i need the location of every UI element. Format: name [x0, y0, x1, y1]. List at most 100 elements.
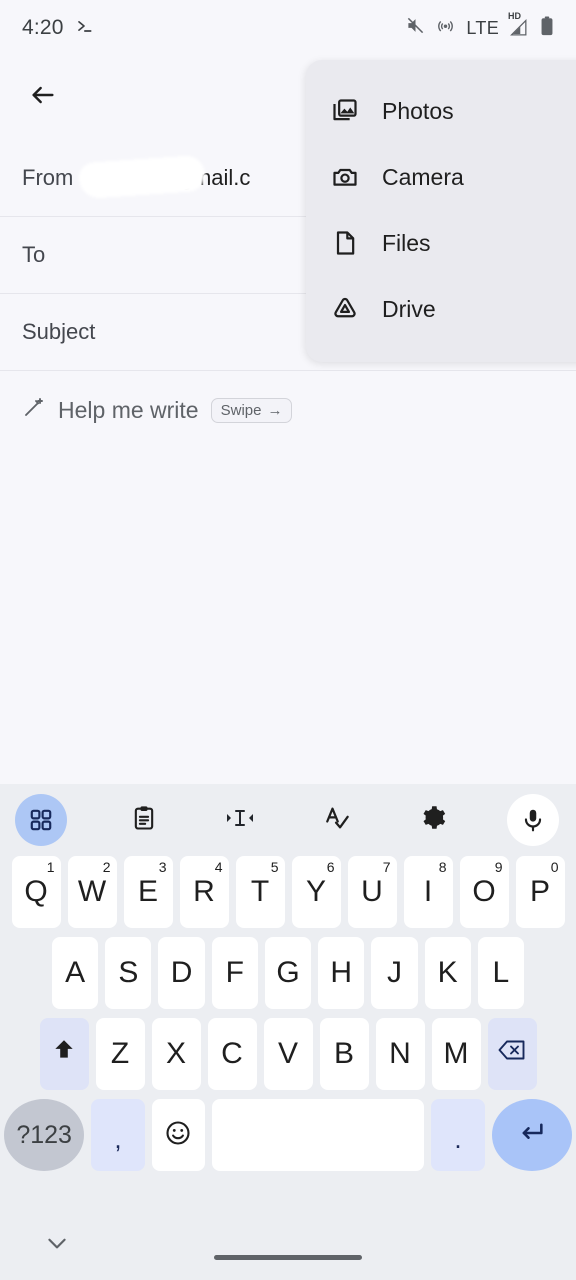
- key-o-label: O: [472, 875, 496, 908]
- status-bar: 4:20 LTE HD: [0, 0, 576, 56]
- key-u-num: 7: [382, 859, 391, 875]
- key-j[interactable]: J: [371, 937, 418, 1009]
- toolbar-microphone-button[interactable]: [480, 794, 576, 846]
- menu-item-drive[interactable]: Drive: [306, 276, 576, 342]
- key-y-num: 6: [326, 859, 335, 875]
- photos-icon: [330, 97, 360, 125]
- toolbar-settings-button[interactable]: [384, 804, 480, 836]
- to-label: To: [22, 242, 46, 267]
- key-s[interactable]: S: [105, 937, 152, 1009]
- key-c[interactable]: C: [207, 1018, 257, 1090]
- arrow-right-icon: →: [267, 402, 283, 419]
- key-b[interactable]: B: [319, 1018, 369, 1090]
- microphone-icon: [507, 794, 559, 846]
- hotspot-icon: [436, 16, 455, 40]
- text-cursor-icon: [225, 805, 255, 836]
- key-u-label: U: [361, 875, 383, 908]
- key-i[interactable]: 8I: [403, 856, 453, 928]
- battery-icon: [540, 15, 554, 41]
- menu-item-camera-label: Camera: [382, 163, 464, 190]
- clipboard-icon: [130, 804, 158, 837]
- status-bar-left: 4:20: [22, 16, 94, 41]
- key-k[interactable]: K: [424, 937, 471, 1009]
- toolbar-clipboard-button[interactable]: [96, 804, 192, 837]
- back-arrow-icon: [29, 81, 57, 114]
- menu-item-drive-label: Drive: [382, 295, 436, 322]
- toolbar-cursor-button[interactable]: [192, 805, 288, 836]
- enter-key[interactable]: [491, 1099, 572, 1171]
- key-v[interactable]: V: [263, 1018, 313, 1090]
- menu-item-camera[interactable]: Camera: [306, 144, 576, 210]
- hd-badge: HD: [508, 10, 521, 21]
- status-bar-right: LTE HD: [406, 11, 554, 41]
- key-i-num: 8: [438, 859, 447, 875]
- menu-item-photos-label: Photos: [382, 97, 454, 124]
- key-w-label: W: [77, 875, 107, 908]
- swipe-chip-label: Swipe: [220, 402, 262, 419]
- keyboard-row-4: ?123 , .: [4, 1099, 572, 1171]
- network-type-label: LTE: [466, 17, 499, 38]
- screen: 4:20 LTE HD From To Subject Help me writ…: [0, 0, 576, 1280]
- swipe-chip[interactable]: Swipe →: [210, 398, 293, 423]
- key-q-label: Q: [24, 875, 48, 908]
- key-q[interactable]: 1Q: [11, 856, 61, 928]
- key-r-label: R: [193, 875, 215, 908]
- home-indicator[interactable]: [214, 1255, 362, 1260]
- volume-mute-icon: [406, 16, 425, 40]
- key-p-num: 0: [550, 859, 559, 875]
- key-e-label: E: [137, 875, 158, 908]
- spellcheck-icon: [322, 804, 350, 837]
- signal-strength-icon: HD: [508, 11, 529, 38]
- from-label: From: [22, 165, 74, 190]
- emoji-key[interactable]: [151, 1099, 206, 1171]
- keyboard-row-1: 1Q 2W 3E 4R 5T 6Y 7U 8I 9O 0P: [4, 856, 572, 928]
- magic-wand-icon: [22, 396, 46, 425]
- key-t-num: 5: [270, 859, 279, 875]
- enter-icon: [518, 1119, 546, 1152]
- back-button[interactable]: [20, 74, 66, 120]
- navigation-bar: [0, 1206, 576, 1280]
- key-l[interactable]: L: [477, 937, 524, 1009]
- symbols-key[interactable]: ?123: [4, 1099, 85, 1171]
- key-h[interactable]: H: [318, 937, 365, 1009]
- key-r[interactable]: 4R: [179, 856, 229, 928]
- key-o-num: 9: [494, 859, 503, 875]
- period-key[interactable]: .: [431, 1099, 485, 1171]
- toolbar-spellcheck-button[interactable]: [288, 804, 384, 837]
- key-z[interactable]: Z: [95, 1018, 145, 1090]
- chevron-down-icon[interactable]: [44, 1234, 70, 1257]
- key-e[interactable]: 3E: [123, 856, 173, 928]
- key-u[interactable]: 7U: [347, 856, 397, 928]
- key-f[interactable]: F: [211, 937, 258, 1009]
- shift-icon: [51, 1037, 77, 1071]
- key-o[interactable]: 9O: [459, 856, 509, 928]
- key-t[interactable]: 5T: [235, 856, 285, 928]
- backspace-key[interactable]: [487, 1018, 537, 1090]
- key-m[interactable]: M: [431, 1018, 481, 1090]
- settings-gear-icon: [419, 804, 446, 836]
- status-clock: 4:20: [22, 16, 64, 39]
- shift-key[interactable]: [39, 1018, 89, 1090]
- drive-icon: [330, 295, 360, 323]
- help-me-write-label: Help me write: [58, 397, 199, 423]
- key-g[interactable]: G: [264, 937, 312, 1009]
- terminal-icon: [74, 16, 94, 41]
- menu-item-photos[interactable]: Photos: [306, 78, 576, 144]
- camera-icon: [330, 163, 360, 191]
- key-y[interactable]: 6Y: [291, 856, 341, 928]
- toolbar-apps-button[interactable]: [0, 794, 96, 846]
- menu-item-files[interactable]: Files: [306, 210, 576, 276]
- key-p[interactable]: 0P: [515, 856, 565, 928]
- comma-key[interactable]: ,: [91, 1099, 145, 1171]
- key-n[interactable]: N: [375, 1018, 425, 1090]
- key-a[interactable]: A: [52, 937, 99, 1009]
- key-d[interactable]: D: [158, 937, 205, 1009]
- help-me-write-row[interactable]: Help me write Swipe →: [22, 396, 293, 425]
- apps-grid-icon: [15, 794, 67, 846]
- space-key[interactable]: [212, 1099, 425, 1171]
- backspace-icon: [497, 1037, 527, 1071]
- key-w-num: 2: [102, 859, 111, 875]
- key-x[interactable]: X: [151, 1018, 201, 1090]
- key-w[interactable]: 2W: [67, 856, 117, 928]
- key-p-label: P: [529, 875, 550, 908]
